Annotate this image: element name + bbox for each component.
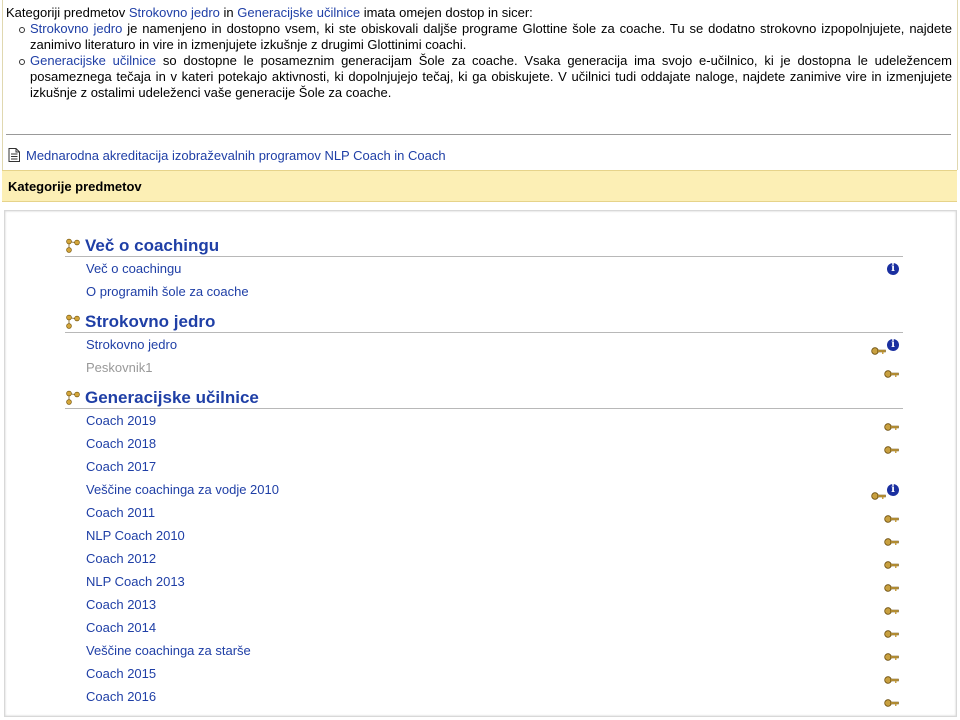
course-row: O programih šole za coache (65, 280, 903, 303)
course-link[interactable]: Coach 2018 (86, 436, 156, 451)
course-icons (884, 639, 899, 662)
course-link[interactable]: Strokovno jedro (86, 337, 177, 352)
course-row: Peskovnik1 (65, 356, 903, 379)
course-category: Generacijske učilnice Coach 2019 Coach 201… (65, 386, 903, 708)
category-folder-icon (66, 390, 80, 405)
enrolment-key-icon (884, 577, 899, 592)
course-link[interactable]: Peskovnik1 (86, 360, 152, 375)
category-folder-icon (66, 314, 80, 329)
course-link[interactable]: Coach 2015 (86, 666, 156, 681)
course-row: Coach 2012 (65, 547, 903, 570)
course-icons (884, 570, 899, 593)
info-icon[interactable]: i (887, 262, 899, 275)
course-row: Coach 2019 (65, 409, 903, 432)
course-row: Več o coachingu i (65, 257, 903, 280)
category-title[interactable]: Generacijske učilnice (85, 388, 259, 408)
intro-text: Kategoriji predmetov Strokovno jedro in … (6, 5, 952, 101)
course-categories-panel: Več o coachingu Več o coachingu i O program… (4, 210, 957, 717)
course-category: Več o coachingu Več o coachingu i O program… (65, 234, 903, 303)
category-heading[interactable]: Več o coachingu (65, 234, 903, 257)
course-link[interactable]: Coach 2011 (86, 505, 155, 520)
info-icon[interactable]: i (887, 338, 899, 351)
course-row: Coach 2017 (65, 455, 903, 478)
intro-list: Strokovno jedro je namenjeno in dostopno… (6, 21, 952, 101)
info-icon[interactable]: i (887, 483, 899, 496)
enrolment-key-icon (871, 485, 886, 500)
document-icon (8, 148, 20, 162)
intro-item: Strokovno jedro je namenjeno in dostopno… (19, 21, 952, 52)
course-link[interactable]: Coach 2017 (86, 459, 156, 474)
course-link[interactable]: Coach 2019 (86, 413, 156, 428)
course-icons (884, 616, 899, 639)
category-heading[interactable]: Generacijske učilnice (65, 386, 903, 409)
enrolment-key-icon (884, 439, 899, 454)
course-icons (884, 501, 899, 524)
intro-item: Generacijske učilnice so dostopne le pos… (19, 53, 952, 100)
category-title[interactable]: Strokovno jedro (85, 312, 215, 332)
course-link[interactable]: Več o coachingu (86, 261, 181, 276)
course-link[interactable]: NLP Coach 2013 (86, 574, 185, 589)
course-icons (884, 662, 899, 685)
course-link[interactable]: Veščine coachinga za vodje 2010 (86, 482, 279, 497)
enrolment-key-icon (884, 646, 899, 661)
course-row: Coach 2014 (65, 616, 903, 639)
course-row: Coach 2018 (65, 432, 903, 455)
course-row: NLP Coach 2010 (65, 524, 903, 547)
enrolment-key-icon (884, 508, 899, 523)
enrolment-key-icon (884, 692, 899, 707)
link-strokovno-jedro[interactable]: Strokovno jedro (129, 5, 220, 20)
course-category: Strokovno jedro Strokovno jedro i Peskovnik… (65, 310, 903, 379)
enrolment-key-icon (884, 623, 899, 638)
course-row: Coach 2013 (65, 593, 903, 616)
course-icons (884, 593, 899, 616)
course-link[interactable]: Coach 2012 (86, 551, 156, 566)
frame-left-border (2, 0, 3, 170)
course-link[interactable]: Coach 2016 (86, 689, 156, 704)
course-link[interactable]: Veščine coachinga za starše (86, 643, 251, 658)
categories-header-band: Kategorije predmetov (2, 170, 957, 202)
frame-right-border (957, 0, 958, 170)
intro-lead: Kategoriji predmetov Strokovno jedro in … (6, 5, 533, 20)
course-row: NLP Coach 2013 (65, 570, 903, 593)
course-icons (884, 432, 899, 455)
course-icons (884, 547, 899, 570)
intro-item-link[interactable]: Generacijske učilnice (30, 53, 156, 68)
course-link[interactable]: Coach 2013 (86, 597, 156, 612)
category-heading[interactable]: Strokovno jedro (65, 310, 903, 333)
enrolment-key-icon (884, 416, 899, 431)
accreditation-link[interactable]: Mednarodna akreditacija izobraževalnih p… (26, 148, 446, 163)
course-link[interactable]: O programih šole za coache (86, 284, 249, 299)
course-icons: i (871, 478, 899, 501)
course-icons (884, 356, 899, 379)
categories-header-title: Kategorije predmetov (8, 178, 142, 194)
enrolment-key-icon (884, 669, 899, 684)
course-icons (884, 685, 899, 708)
course-icons (884, 409, 899, 432)
category-folder-icon (66, 238, 80, 253)
course-row: Coach 2016 (65, 685, 903, 708)
enrolment-key-icon (884, 363, 899, 378)
accreditation-row: Mednarodna akreditacija izobraževalnih p… (8, 146, 446, 164)
course-row: Coach 2011 (65, 501, 903, 524)
course-row: Veščine coachinga za vodje 2010 i (65, 478, 903, 501)
course-row: Veščine coachinga za starše (65, 639, 903, 662)
enrolment-key-icon (884, 531, 899, 546)
intro-separator (6, 134, 951, 135)
intro-item-link[interactable]: Strokovno jedro (30, 21, 122, 36)
course-link[interactable]: Coach 2014 (86, 620, 156, 635)
enrolment-key-icon (884, 600, 899, 615)
link-generacijske-ucilnice[interactable]: Generacijske učilnice (237, 5, 360, 20)
course-row: Coach 2015 (65, 662, 903, 685)
enrolment-key-icon (871, 340, 886, 355)
enrolment-key-icon (884, 554, 899, 569)
category-title[interactable]: Več o coachingu (85, 236, 219, 256)
course-icons: i (871, 333, 899, 356)
course-row: Strokovno jedro i (65, 333, 903, 356)
course-link[interactable]: NLP Coach 2010 (86, 528, 185, 543)
course-icons: i (887, 257, 899, 280)
course-icons (884, 524, 899, 547)
